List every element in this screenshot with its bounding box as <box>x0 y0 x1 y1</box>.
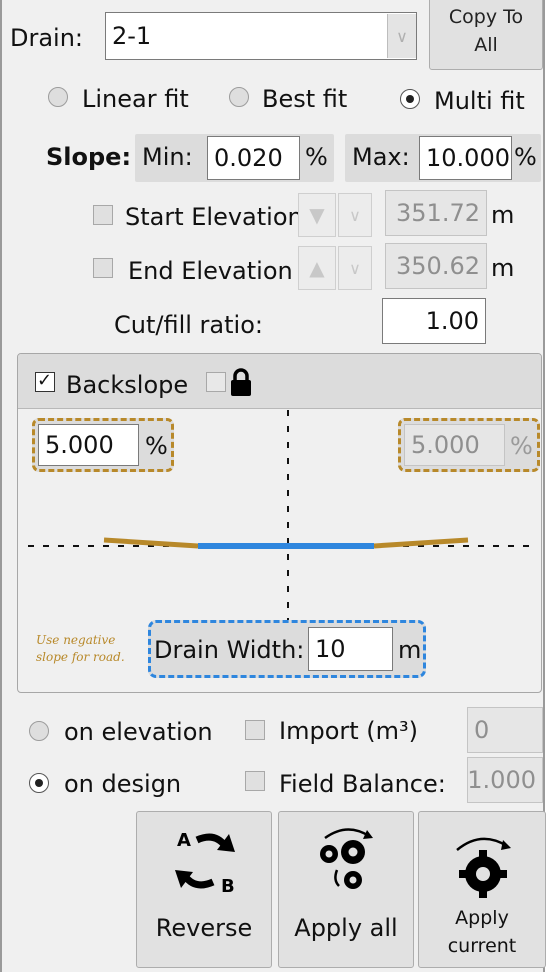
reverse-a-label: A <box>177 830 191 851</box>
linear-fit-label: Linear fit <box>82 85 189 113</box>
chevron-down-icon[interactable]: ∨ <box>338 193 372 237</box>
slope-min-input[interactable]: 0.020 <box>207 136 300 180</box>
drain-label: Drain: <box>10 24 84 52</box>
drain-width-unit: m <box>398 636 422 664</box>
import-label: Import (m³) <box>279 717 419 745</box>
start-elevation-checkbox[interactable] <box>93 205 113 225</box>
import-value: 0 <box>474 716 490 744</box>
negative-slope-note: Use negative slope for road. <box>36 633 125 664</box>
drain-width-input[interactable]: 10 <box>308 627 393 671</box>
field-balance-checkbox[interactable] <box>245 771 265 791</box>
copy-to-all-label: Copy To All <box>448 6 524 56</box>
end-elevation-label: End Elevation <box>128 257 293 285</box>
copy-to-all-button[interactable]: Copy To All <box>429 0 543 70</box>
drain-panel: Drain: 2-1 ∨ Copy To All Linear fit Best… <box>0 0 546 972</box>
apply-current-label: Apply current <box>447 907 517 957</box>
chevron-down-icon[interactable]: ∨ <box>387 14 416 58</box>
on-design-label: on design <box>64 770 182 798</box>
drain-select[interactable]: 2-1 <box>105 12 417 60</box>
reverse-label: Reverse <box>155 914 253 942</box>
apply-all-label: Apply all <box>294 914 398 942</box>
best-fit-label: Best fit <box>262 85 348 113</box>
on-design-radio[interactable] <box>29 773 49 793</box>
lock-icon <box>231 368 251 396</box>
apply-current-button[interactable]: Apply current <box>418 811 546 968</box>
slope-min-value: 0.020 <box>214 144 283 172</box>
slope-max-value: 10.000 <box>426 144 510 172</box>
slope-label: Slope: <box>46 143 132 171</box>
slope-max-label: Max: <box>352 143 410 171</box>
import-input[interactable]: 0 <box>467 707 543 753</box>
linear-fit-radio[interactable] <box>48 87 68 107</box>
slope-max-unit: % <box>514 143 537 171</box>
cut-fill-label: Cut/fill ratio: <box>114 311 263 339</box>
lock-checkbox[interactable] <box>206 372 226 392</box>
backslope-checkbox[interactable] <box>35 370 55 392</box>
multi-fit-radio[interactable] <box>400 89 420 109</box>
start-elevation-label: Start Elevation <box>125 203 303 231</box>
chevron-down-icon[interactable]: ∨ <box>338 246 372 290</box>
best-fit-radio[interactable] <box>229 87 249 107</box>
backslope-label: Backslope <box>66 371 189 399</box>
slope-max-input[interactable]: 10.000 <box>419 136 512 180</box>
triangle-down-icon[interactable]: ▼ <box>298 193 336 237</box>
gears-icon <box>320 828 373 889</box>
drain-width-label: Drain Width: <box>154 636 305 664</box>
drain-width-value: 10 <box>315 635 346 663</box>
start-elevation-input[interactable]: 351.72 <box>385 190 487 236</box>
gear-icon <box>456 837 511 898</box>
end-elevation-checkbox[interactable] <box>93 258 113 278</box>
triangle-up-icon[interactable]: ▲ <box>298 246 336 290</box>
on-elevation-label: on elevation <box>64 718 213 746</box>
end-elevation-value: 350.62 <box>396 252 480 280</box>
cross-section-diagram <box>28 410 538 626</box>
slope-min-label: Min: <box>142 143 193 171</box>
multi-fit-label: Multi fit <box>434 87 525 115</box>
on-elevation-radio[interactable] <box>29 721 49 741</box>
reverse-icon: A B <box>175 830 235 896</box>
drain-value: 2-1 <box>112 22 152 50</box>
slope-min-unit: % <box>305 143 328 171</box>
end-elevation-unit: m <box>491 254 515 282</box>
reverse-button[interactable]: A B Reverse <box>136 811 272 968</box>
start-elevation-unit: m <box>491 201 515 229</box>
apply-all-button[interactable]: Apply all <box>278 811 414 968</box>
reverse-b-label: B <box>221 876 235 896</box>
field-balance-label: Field Balance: <box>279 770 446 798</box>
field-balance-input[interactable]: 1.000 <box>467 757 543 803</box>
start-elevation-value: 351.72 <box>396 199 480 227</box>
cut-fill-value: 1.00 <box>425 307 479 335</box>
end-elevation-input[interactable]: 350.62 <box>385 243 487 289</box>
cut-fill-input[interactable]: 1.00 <box>382 298 486 344</box>
field-balance-value: 1.000 <box>467 766 536 794</box>
import-checkbox[interactable] <box>245 720 265 740</box>
